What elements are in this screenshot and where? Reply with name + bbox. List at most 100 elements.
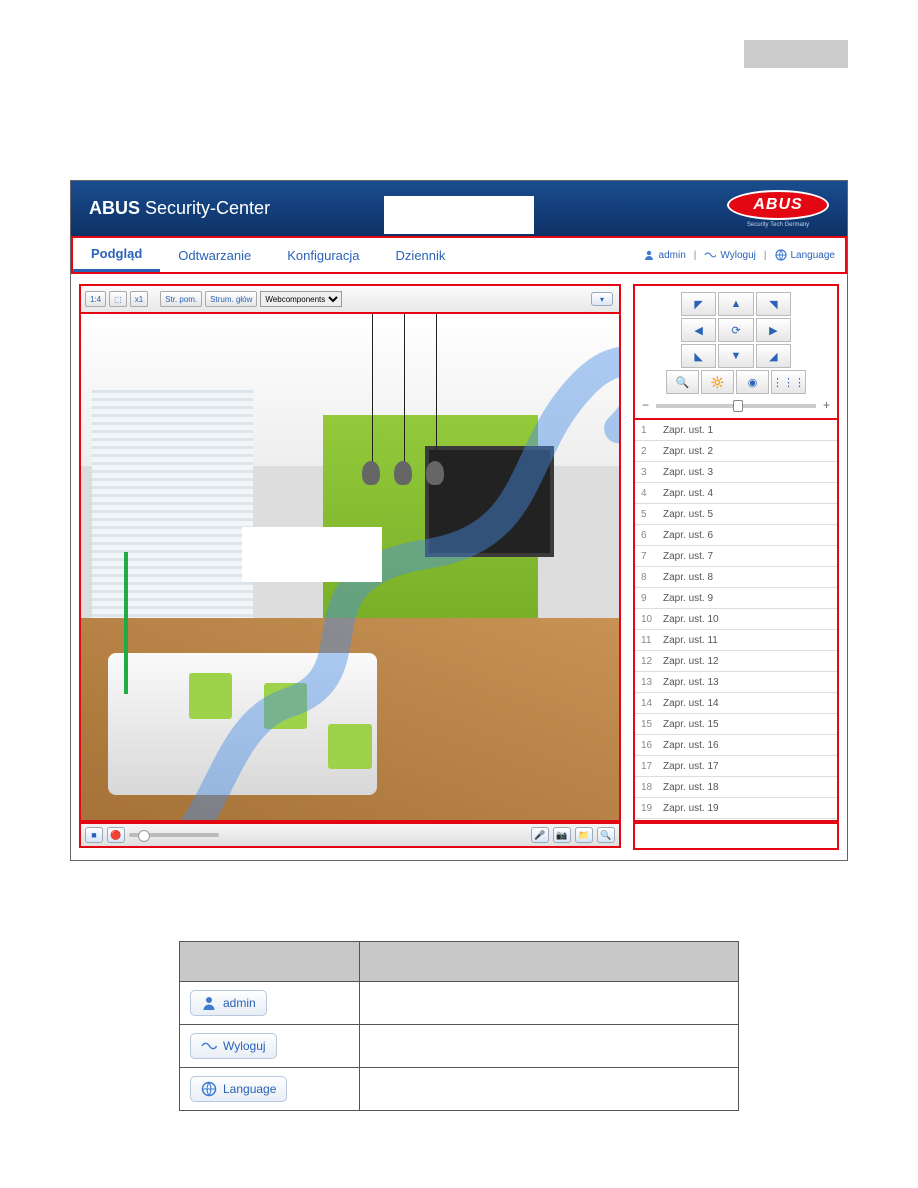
substream-button[interactable]: Str. pom.: [160, 291, 202, 307]
legend-pill-language: Language: [190, 1076, 287, 1102]
preset-label: Zapr. ust. 5: [663, 509, 713, 520]
tab-odtwarzanie[interactable]: Odtwarzanie: [160, 238, 269, 272]
preset-label: Zapr. ust. 7: [663, 551, 713, 562]
ptz-focus-icon[interactable]: ◉: [736, 370, 769, 394]
ptz-speed-slider[interactable]: [656, 404, 816, 408]
video-column: 1:4 ⬚ x1 Str. pom. Strum. głów Webcompon…: [79, 284, 621, 850]
ptz-auto[interactable]: ⟳: [718, 318, 753, 342]
preset-row[interactable]: 2Zapr. ust. 2: [635, 441, 837, 462]
preset-number: 7: [641, 551, 663, 562]
preset-label: Zapr. ust. 12: [663, 656, 719, 667]
preset-row[interactable]: 7Zapr. ust. 7: [635, 546, 837, 567]
legend-table: admin Wyloguj: [179, 941, 739, 1111]
layout-1-4-button[interactable]: 1:4: [85, 291, 106, 307]
mic-button[interactable]: 🎤: [531, 827, 549, 843]
live-video-frame[interactable]: [79, 312, 621, 822]
brand-rest: Security-Center: [140, 198, 270, 218]
tab-podglad[interactable]: Podgląd: [73, 238, 160, 272]
ptz-panel: ◤ ▲ ◥ ◀ ⟳ ▶ ◣ ▼ ◢ 🔍 🔆 ◉ ⋮⋮⋮: [633, 284, 839, 420]
legend-desc-language: [360, 1068, 739, 1111]
legend-pill-logout: Wyloguj: [190, 1033, 277, 1059]
brand-title: ABUS Security-Center: [89, 198, 270, 219]
globe-icon: [775, 249, 787, 261]
preset-label: Zapr. ust. 15: [663, 719, 719, 730]
ptz-iris-icon[interactable]: 🔆: [701, 370, 734, 394]
nav-user-label[interactable]: admin: [659, 250, 686, 261]
preset-row[interactable]: 6Zapr. ust. 6: [635, 525, 837, 546]
preset-label: Zapr. ust. 18: [663, 782, 719, 793]
preset-label: Zapr. ust. 9: [663, 593, 713, 604]
preset-row[interactable]: 13Zapr. ust. 13: [635, 672, 837, 693]
preset-list[interactable]: 1Zapr. ust. 12Zapr. ust. 23Zapr. ust. 34…: [635, 420, 837, 820]
video-overlay-box: [242, 527, 382, 582]
ptz-zoom-icon[interactable]: 🔍: [666, 370, 699, 394]
stop-button[interactable]: ■: [85, 827, 103, 843]
preset-row[interactable]: 9Zapr. ust. 9: [635, 588, 837, 609]
tab-konfiguracja[interactable]: Konfiguracja: [269, 238, 377, 272]
ptz-down-left[interactable]: ◣: [681, 344, 716, 368]
preset-number: 15: [641, 719, 663, 730]
ptz-down-right[interactable]: ◢: [756, 344, 791, 368]
preset-row[interactable]: 15Zapr. ust. 15: [635, 714, 837, 735]
preset-row[interactable]: 10Zapr. ust. 10: [635, 609, 837, 630]
zoom-x1-button[interactable]: x1: [130, 291, 148, 307]
legend-label-language: Language: [223, 1082, 276, 1096]
preset-label: Zapr. ust. 1: [663, 425, 713, 436]
ptz-right[interactable]: ▶: [756, 318, 791, 342]
nav-user-area: admin | Wyloguj | Language: [643, 249, 845, 261]
legend-header-2: [360, 942, 739, 982]
preset-row[interactable]: 1Zapr. ust. 1: [635, 420, 837, 441]
content-area: 1:4 ⬚ x1 Str. pom. Strum. głów Webcompon…: [71, 274, 847, 860]
preset-row[interactable]: 5Zapr. ust. 5: [635, 504, 837, 525]
preset-number: 16: [641, 740, 663, 751]
folder-button[interactable]: 📁: [575, 827, 593, 843]
preset-label: Zapr. ust. 19: [663, 803, 719, 814]
preset-label: Zapr. ust. 13: [663, 677, 719, 688]
user-icon: [643, 249, 655, 261]
ptz-preset-icon[interactable]: ⋮⋮⋮: [771, 370, 806, 394]
legend-header-1: [180, 942, 360, 982]
preset-number: 5: [641, 509, 663, 520]
ptz-up-left[interactable]: ◤: [681, 292, 716, 316]
layout-grid-button[interactable]: ⬚: [109, 291, 127, 307]
side-column: ◤ ▲ ◥ ◀ ⟳ ▶ ◣ ▼ ◢ 🔍 🔆 ◉ ⋮⋮⋮: [633, 284, 839, 850]
preset-row[interactable]: 16Zapr. ust. 16: [635, 735, 837, 756]
plugin-select[interactable]: Webcomponents: [260, 291, 342, 307]
preset-number: 14: [641, 698, 663, 709]
zoom-button[interactable]: 🔍: [597, 827, 615, 843]
preset-row[interactable]: 11Zapr. ust. 11: [635, 630, 837, 651]
abus-logo: ABUS Security Tech Germany: [727, 189, 829, 229]
ptz-up-right[interactable]: ◥: [756, 292, 791, 316]
ptz-left[interactable]: ◀: [681, 318, 716, 342]
volume-slider[interactable]: [129, 833, 219, 837]
preset-row[interactable]: 18Zapr. ust. 18: [635, 777, 837, 798]
mainstream-button[interactable]: Strum. głów: [205, 291, 257, 307]
preset-row[interactable]: 14Zapr. ust. 14: [635, 693, 837, 714]
preset-number: 11: [641, 635, 663, 646]
preset-row[interactable]: 4Zapr. ust. 4: [635, 483, 837, 504]
preset-label: Zapr. ust. 4: [663, 488, 713, 499]
legend-desc-logout: [360, 1025, 739, 1068]
legend-desc-admin: [360, 982, 739, 1025]
preset-number: 13: [641, 677, 663, 688]
preset-row[interactable]: 19Zapr. ust. 19: [635, 798, 837, 819]
preset-label: Zapr. ust. 3: [663, 467, 713, 478]
header-overlay-box: [384, 196, 534, 234]
ptz-extra-row: 🔍 🔆 ◉ ⋮⋮⋮: [666, 370, 806, 394]
ptz-up[interactable]: ▲: [718, 292, 753, 316]
brand-bold: ABUS: [89, 198, 140, 218]
preset-row[interactable]: 12Zapr. ust. 12: [635, 651, 837, 672]
preset-row[interactable]: 3Zapr. ust. 3: [635, 462, 837, 483]
logout-icon: [201, 1038, 217, 1054]
toolbar-right-icon[interactable]: ▾: [591, 292, 613, 306]
preset-row[interactable]: 8Zapr. ust. 8: [635, 567, 837, 588]
nav-logout-label[interactable]: Wyloguj: [720, 250, 755, 261]
snapshot-button[interactable]: 📷: [553, 827, 571, 843]
tab-dziennik[interactable]: Dziennik: [378, 238, 464, 272]
nav-language-label[interactable]: Language: [791, 250, 836, 261]
preset-row[interactable]: 17Zapr. ust. 17: [635, 756, 837, 777]
user-icon: [201, 995, 217, 1011]
record-button[interactable]: 🔴: [107, 827, 125, 843]
ptz-down[interactable]: ▼: [718, 344, 753, 368]
preset-number: 2: [641, 446, 663, 457]
